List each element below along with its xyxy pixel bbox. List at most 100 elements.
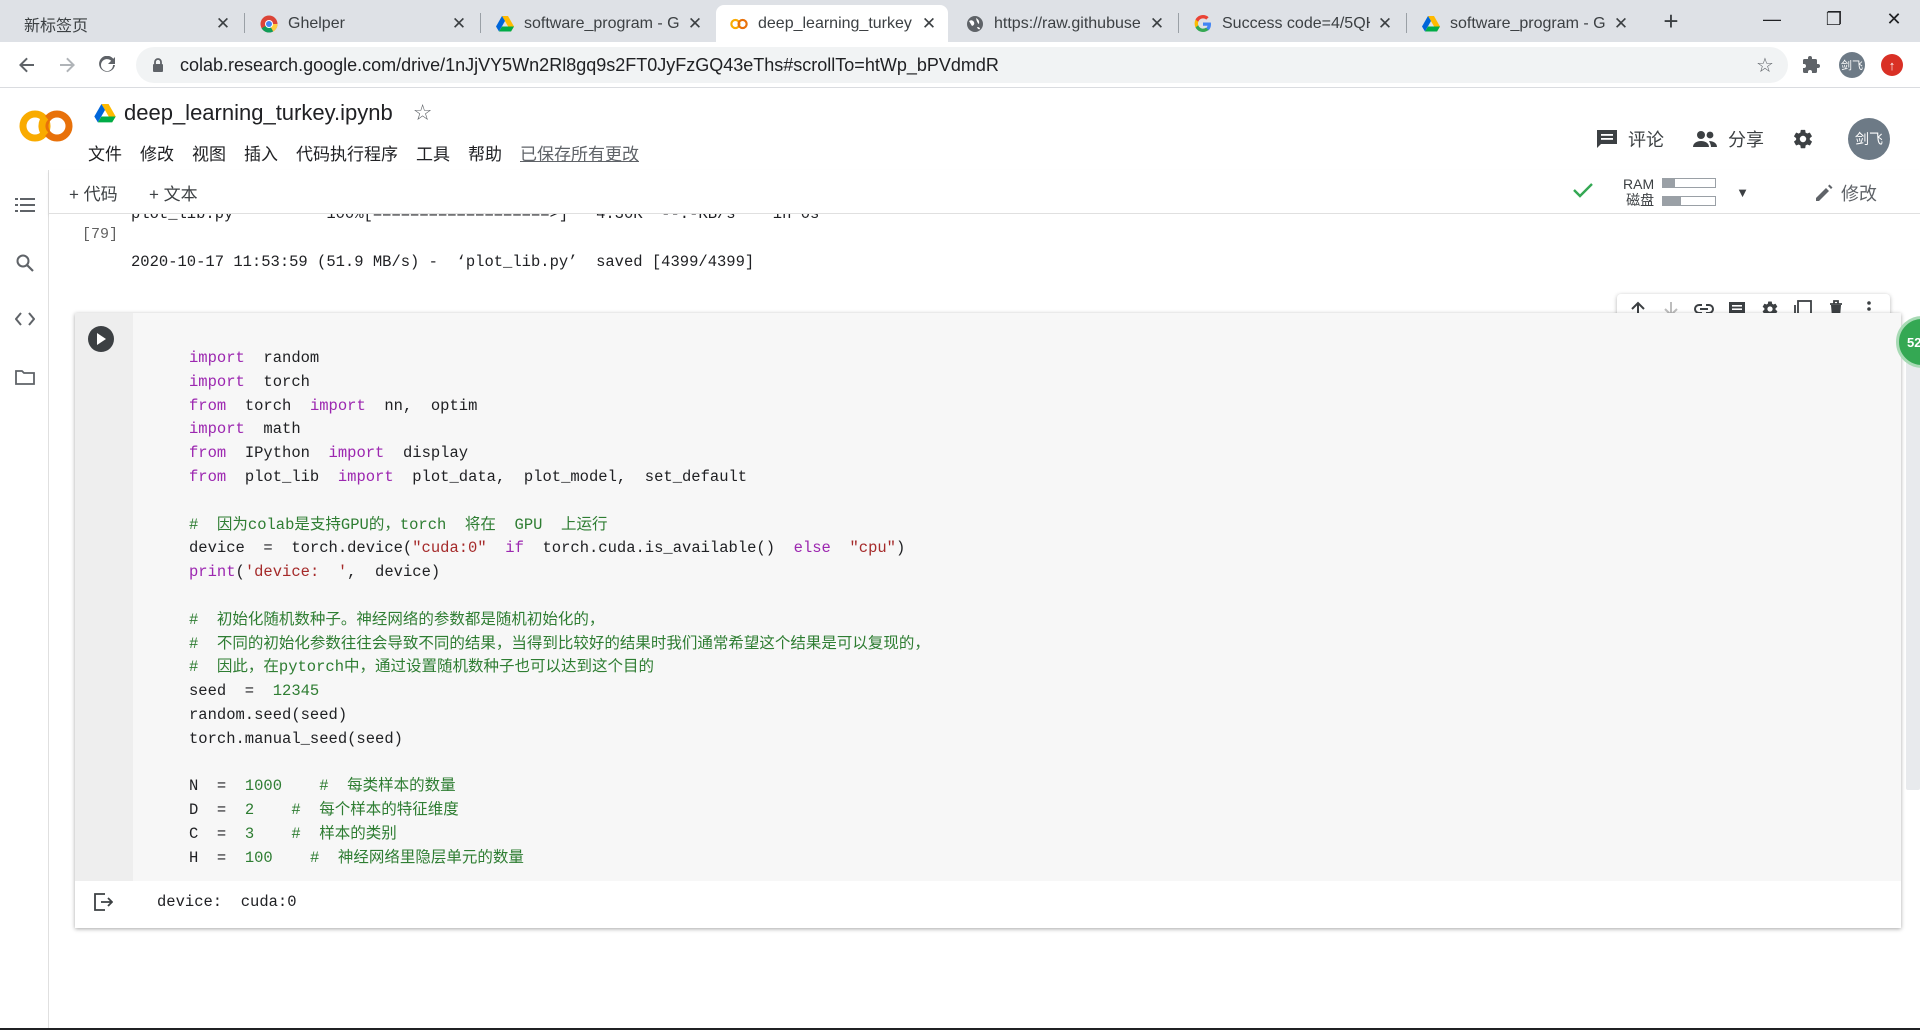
dropdown-arrow-icon[interactable]: ▼	[1736, 185, 1749, 200]
code-snippets-icon[interactable]	[12, 306, 38, 332]
menu-insert[interactable]: 插入	[244, 140, 278, 165]
tab-title: 新标签页	[24, 17, 89, 35]
edit-label: 修改	[1841, 184, 1877, 204]
output-arrow-icon[interactable]	[93, 893, 114, 916]
notebook-toolbar: + 代码 + 文本 RAM 磁盘 ▼ 修改	[49, 170, 1920, 214]
resource-monitor[interactable]: RAM 磁盘 ▼	[1623, 176, 1749, 208]
share-label: 分享	[1728, 130, 1764, 150]
code-content: import random import torch from torch im…	[189, 349, 930, 867]
pencil-icon	[1816, 184, 1833, 201]
menu-view[interactable]: 视图	[192, 140, 226, 165]
saved-status-link[interactable]: 已保存所有更改	[520, 140, 639, 165]
folder-icon[interactable]	[12, 364, 38, 390]
colab-icon	[730, 15, 748, 33]
code-editor[interactable]: import random import torch from torch im…	[133, 313, 1901, 881]
tab-deep-learning[interactable]: deep_learning_turkey ✕	[716, 5, 948, 42]
menu-file[interactable]: 文件	[88, 140, 122, 165]
add-text-button[interactable]: + 文本	[149, 180, 198, 205]
drive-icon	[1422, 15, 1440, 33]
ram-usage-bar	[1662, 178, 1717, 188]
edit-button[interactable]: 修改	[1815, 180, 1877, 206]
menu-help[interactable]: 帮助	[468, 140, 502, 165]
chrome-icon	[260, 15, 278, 33]
previous-cell-output: plot_lib.py 100%[===================>] 4…	[131, 214, 819, 274]
connected-check-icon	[1573, 182, 1593, 203]
add-code-button[interactable]: + 代码	[69, 180, 118, 205]
reload-icon[interactable]	[92, 50, 122, 80]
menu-bar: 文件 修改 视图 插入 代码执行程序 工具 帮助 已保存所有更改	[88, 140, 657, 165]
tab-title: Ghelper	[288, 14, 345, 32]
tab-title: software_program - G	[1450, 14, 1606, 32]
header-actions: 评论 分享 剑飞	[1568, 118, 1890, 160]
comment-icon	[1597, 130, 1617, 148]
bookmark-star-icon[interactable]: ☆	[1750, 53, 1780, 78]
close-window-button[interactable]: ✕	[1874, 4, 1914, 34]
address-bar[interactable]: colab.research.google.com/drive/1nJjVY5W…	[136, 47, 1788, 83]
menu-tools[interactable]: 工具	[416, 140, 450, 165]
tab-title: Success code=4/5QH	[1222, 14, 1370, 32]
comment-button[interactable]: 评论	[1596, 126, 1664, 152]
table-of-contents-icon[interactable]	[12, 192, 38, 218]
search-icon[interactable]	[12, 250, 38, 276]
execution-count: [79]	[82, 226, 119, 243]
tab-close-icon[interactable]: ✕	[1148, 14, 1166, 34]
drive-icon	[496, 15, 514, 33]
google-icon	[1194, 14, 1212, 33]
output-line: plot_lib.py 100%[===================>] 4…	[131, 214, 820, 223]
tab-close-icon[interactable]: ✕	[1376, 14, 1394, 34]
run-cell-button[interactable]	[88, 326, 114, 352]
profile-avatar[interactable]: 剑飞	[1838, 51, 1866, 79]
notebook-title[interactable]: deep_learning_turkey.ipynb ☆	[94, 100, 432, 126]
menu-runtime[interactable]: 代码执行程序	[296, 140, 398, 165]
update-icon[interactable]: ↑	[1878, 51, 1906, 79]
notebook-title-text[interactable]: deep_learning_turkey.ipynb	[124, 100, 393, 126]
output-line: 2020-10-17 11:53:59 (51.9 MB/s) - ‘plot_…	[131, 253, 755, 271]
tab-title: https://raw.githubuse	[994, 14, 1141, 32]
code-cell[interactable]: import random import torch from torch im…	[75, 313, 1901, 928]
forward-arrow-icon[interactable]	[52, 50, 82, 80]
tab-close-icon[interactable]: ✕	[214, 14, 232, 34]
lock-icon	[152, 57, 168, 73]
tab-close-icon[interactable]: ✕	[920, 14, 938, 34]
new-tab-button[interactable]: +	[1656, 7, 1686, 37]
tab-software-program[interactable]: software_program - G ✕	[482, 5, 714, 42]
tab-success-code[interactable]: Success code=4/5QH ✕	[1180, 5, 1404, 42]
scrollbar[interactable]	[1906, 340, 1920, 790]
tab-software-program-2[interactable]: software_program - G ✕	[1408, 5, 1640, 42]
user-avatar[interactable]: 剑飞	[1848, 118, 1890, 160]
maximize-button[interactable]: ❐	[1814, 4, 1854, 34]
star-icon[interactable]: ☆	[413, 100, 433, 126]
disk-usage-bar	[1662, 196, 1717, 206]
share-button[interactable]: 分享	[1692, 126, 1764, 152]
tab-ghelper[interactable]: Ghelper ✕	[246, 5, 478, 42]
tab-title: deep_learning_turkey	[758, 14, 912, 32]
back-arrow-icon[interactable]	[12, 50, 42, 80]
minimize-button[interactable]: —	[1752, 4, 1792, 34]
play-icon	[97, 333, 106, 345]
extensions-puzzle-icon[interactable]	[1798, 51, 1826, 79]
cell-output-text: device: cuda:0	[157, 893, 297, 911]
people-icon	[1693, 131, 1717, 147]
browser-toolbar: colab.research.google.com/drive/1nJjVY5W…	[0, 42, 1920, 88]
tab-title: software_program - G	[524, 14, 680, 32]
tab-close-icon[interactable]: ✕	[686, 14, 704, 34]
tab-close-icon[interactable]: ✕	[1612, 14, 1630, 34]
left-sidebar	[0, 170, 49, 1030]
colab-logo-icon[interactable]	[18, 106, 74, 146]
drive-icon	[94, 103, 116, 123]
ram-label: RAM	[1623, 176, 1655, 192]
notebook-main: [79] plot_lib.py 100%[==================…	[49, 214, 1920, 1030]
tab-raw-github[interactable]: https://raw.githubuse ✕	[952, 5, 1176, 42]
settings-button[interactable]	[1792, 128, 1824, 150]
cell-gutter	[75, 313, 133, 881]
disk-label: 磁盘	[1626, 192, 1655, 208]
tab-close-icon[interactable]: ✕	[450, 14, 468, 34]
menu-edit[interactable]: 修改	[140, 140, 174, 165]
cell-output: device: cuda:0	[75, 881, 1901, 928]
colab-header: deep_learning_turkey.ipynb ☆ 文件 修改 视图 插入…	[0, 88, 1920, 170]
address-url: colab.research.google.com/drive/1nJjVY5W…	[180, 54, 999, 75]
tab-new-tab[interactable]: 新标签页 ✕	[10, 5, 242, 42]
gear-icon	[1794, 129, 1812, 149]
browser-tab-strip: 新标签页 ✕ Ghelper ✕ software_program - G ✕ …	[0, 0, 1920, 42]
